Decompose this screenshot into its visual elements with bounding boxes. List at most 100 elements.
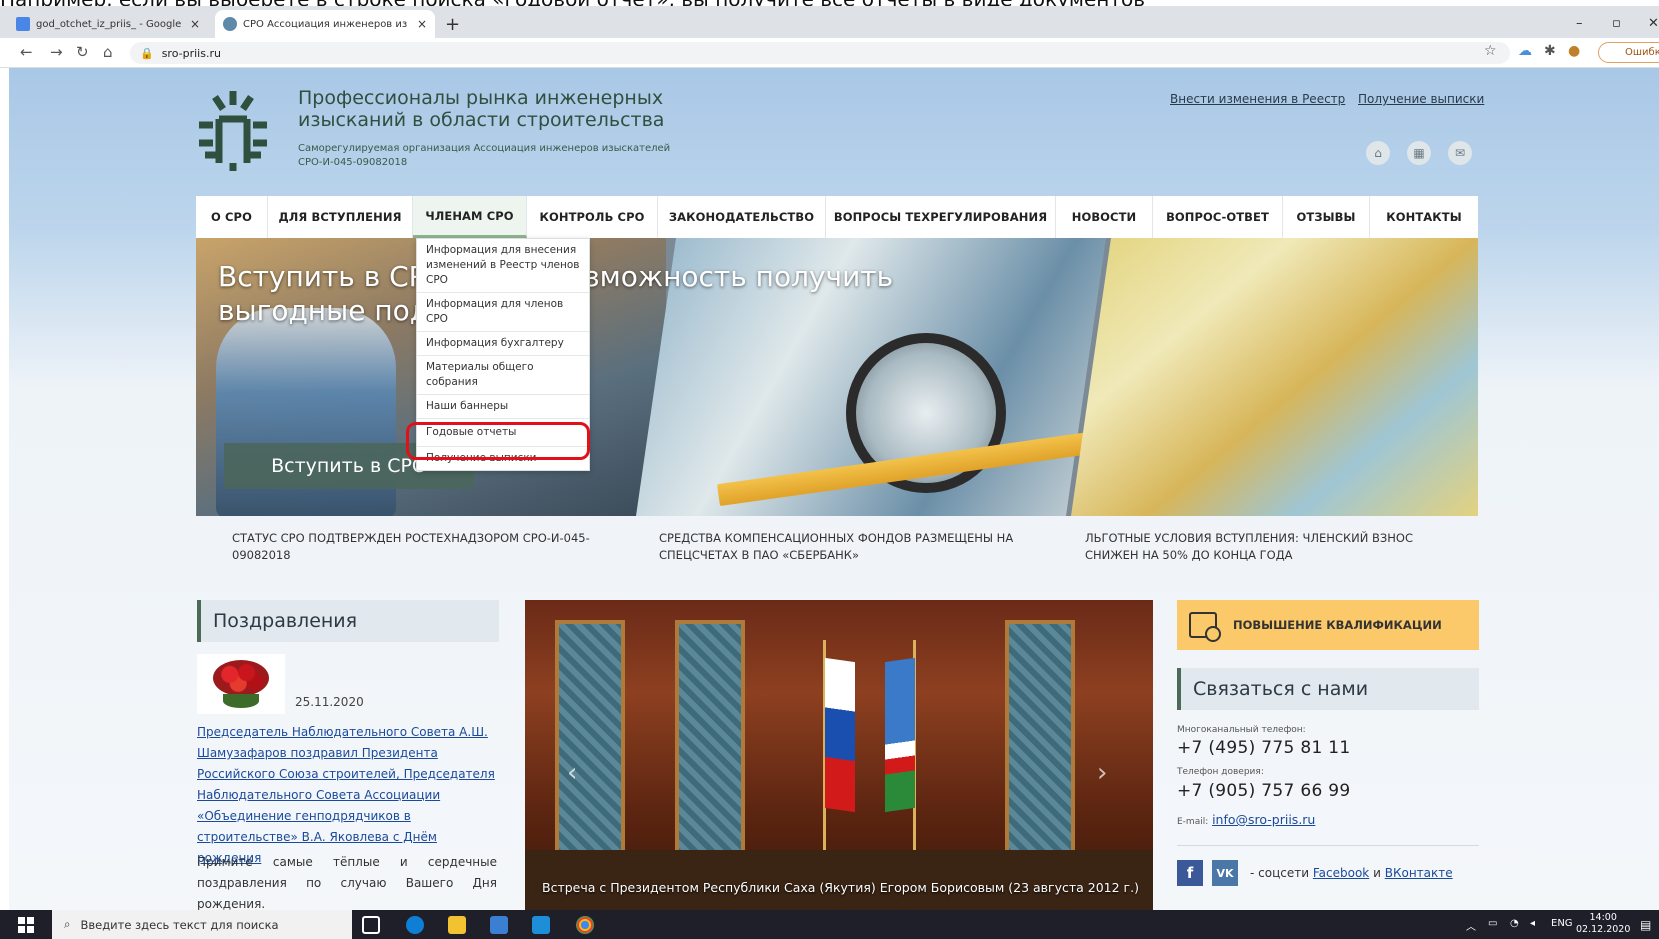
email-row: E-mail: info@sro-priis.ru xyxy=(1177,812,1315,827)
facebook-icon[interactable]: f xyxy=(1177,860,1203,886)
star-icon[interactable]: ☆ xyxy=(1484,43,1497,59)
forward-arrow-icon[interactable]: → xyxy=(50,43,63,61)
dropdown-item-accountant-info[interactable]: Информация бухгалтеру xyxy=(417,332,589,356)
search-icon: ⌕ xyxy=(64,917,71,931)
photo-slider[interactable]: ‹ › Встреча с Президентом Республики Сах… xyxy=(525,600,1153,910)
congrats-heading: Поздравления xyxy=(197,600,499,642)
edge-browser-icon[interactable] xyxy=(406,916,424,934)
home-icon[interactable]: ⌂ xyxy=(103,43,113,61)
language-indicator[interactable]: ENG xyxy=(1551,918,1573,929)
divider xyxy=(1177,845,1479,846)
tab-google-docs[interactable]: god_otchet_iz_priis_ - Google Do × xyxy=(8,10,208,38)
back-arrow-icon[interactable]: ← xyxy=(20,43,33,61)
slider-prev-arrow-icon[interactable]: ‹ xyxy=(567,758,577,788)
dropdown-item-members-info[interactable]: Информация для членов СРО xyxy=(417,293,589,332)
mail-icon[interactable]: ✉ xyxy=(1448,141,1472,165)
dropdown-item-registry-info[interactable]: Информация для внесения изменений в Реес… xyxy=(417,239,589,293)
lock-icon: 🔒 xyxy=(140,46,154,60)
subtitle-text: Саморегулируемая организация Ассоциация … xyxy=(298,143,671,154)
roses-image xyxy=(197,654,285,714)
menu-item-reviews[interactable]: ОТЗЫВЫ xyxy=(1283,196,1370,238)
russian-flag-image xyxy=(825,657,855,813)
close-window-button[interactable]: ✕ xyxy=(1648,16,1659,31)
extract-link[interactable]: Получение выписки xyxy=(1358,92,1484,106)
slider-caption: Встреча с Президентом Республики Саха (Я… xyxy=(542,880,1139,895)
wifi-icon[interactable]: ◔ xyxy=(1510,918,1519,929)
email-link[interactable]: info@sro-priis.ru xyxy=(1212,812,1315,827)
taskbar-search-input[interactable]: ⌕ Введите здесь текст для поиска xyxy=(52,910,352,939)
site-favicon-icon xyxy=(223,17,237,31)
tab-sro-site[interactable]: СРО Ассоциация инженеров из × xyxy=(215,10,435,38)
main-menu: О СРО ДЛЯ ВСТУПЛЕНИЯ ЧЛЕНАМ СРО КОНТРОЛЬ… xyxy=(196,196,1478,238)
congrats-text: Примите самые тёплые и сердечные поздрав… xyxy=(197,855,497,911)
battery-icon[interactable]: ▭ xyxy=(1488,918,1497,929)
multichannel-phone: +7 (495) 775 81 11 xyxy=(1177,738,1351,758)
menu-item-tech-regulation[interactable]: ВОПРОСЫ ТЕХРЕГУЛИРОВАНИЯ xyxy=(826,196,1056,238)
slider-next-arrow-icon[interactable]: › xyxy=(1097,758,1107,788)
puzzle-extension-icon[interactable]: ✱ xyxy=(1544,43,1556,59)
trust-phone: +7 (905) 757 66 99 xyxy=(1177,781,1351,801)
mail-app-icon[interactable] xyxy=(532,916,550,934)
chrome-icon[interactable] xyxy=(576,916,594,934)
volume-icon[interactable]: ◂ xyxy=(1530,918,1535,929)
qualification-banner[interactable]: ПОВЫШЕНИЕ КВАЛИФИКАЦИИ xyxy=(1177,600,1479,650)
tray-chevron-icon[interactable]: ︿ xyxy=(1466,918,1476,933)
menu-item-contacts[interactable]: КОНТАКТЫ xyxy=(1370,196,1478,238)
minimize-button[interactable]: – xyxy=(1576,16,1583,31)
congrats-link[interactable]: Председатель Наблюдательного Совета А.Ш.… xyxy=(197,722,497,869)
registry-changes-link[interactable]: Внести изменения в Реестр xyxy=(1170,92,1345,106)
dropdown-item-meeting-materials[interactable]: Материалы общего собрания xyxy=(417,356,589,395)
tab-title: god_otchet_iz_priis_ - Google Do xyxy=(36,18,184,30)
extension-cloud-icon[interactable]: ☁ xyxy=(1518,43,1532,59)
menu-item-control[interactable]: КОНТРОЛЬ СРО xyxy=(527,196,658,238)
menu-item-about[interactable]: О СРО xyxy=(196,196,268,238)
url-input[interactable]: 🔒 sro-priis.ru xyxy=(130,42,1510,64)
home-icon[interactable]: ⌂ xyxy=(1366,141,1390,165)
social-and: и xyxy=(1373,866,1381,880)
news-item[interactable]: Средства компенсационных фондов размещен… xyxy=(659,530,1039,564)
menu-item-faq[interactable]: ВОПРОС-ОТВЕТ xyxy=(1153,196,1283,238)
menu-item-legislation[interactable]: ЗАКОНОДАТЕЛЬСТВО xyxy=(658,196,826,238)
dropdown-item-banners[interactable]: Наши баннеры xyxy=(417,395,589,419)
url-text: sro-priis.ru xyxy=(161,46,221,60)
sitemap-icon[interactable]: ▦ xyxy=(1407,141,1431,165)
site-subtitle: Саморегулируемая организация Ассоциация … xyxy=(298,142,718,170)
menu-item-members[interactable]: ЧЛЕНАМ СРО xyxy=(413,196,527,238)
menu-item-news[interactable]: НОВОСТИ xyxy=(1056,196,1153,238)
trust-phone-label: Телефон доверия: xyxy=(1177,767,1264,777)
news-item[interactable]: Льготные условия вступления: членский вз… xyxy=(1085,530,1465,564)
windows-taskbar: ⌕ Введите здесь текст для поиска ︿ ▭ ◔ ◂… xyxy=(0,910,1659,939)
facebook-link[interactable]: Facebook xyxy=(1313,866,1369,880)
windows-start-icon[interactable] xyxy=(18,917,34,933)
menu-item-join[interactable]: ДЛЯ ВСТУПЛЕНИЯ xyxy=(268,196,413,238)
news-item[interactable]: Статус СРО подтвержден Ростехнадзором СР… xyxy=(232,530,612,564)
close-icon[interactable]: × xyxy=(190,17,200,31)
vk-link[interactable]: ВКонтакте xyxy=(1385,866,1453,880)
taskbar-clock[interactable]: 14:00 02.12.2020 xyxy=(1576,912,1630,936)
error-button[interactable]: Ошибка xyxy=(1598,42,1659,63)
hero-banner[interactable]: Вступить в СРО — это возможность получит… xyxy=(196,238,1478,516)
maximize-button[interactable]: ▫ xyxy=(1612,16,1621,31)
multichannel-phone-label: Многоканальный телефон: xyxy=(1177,725,1306,735)
banner-headline: Вступить в СРО — это возможность получит… xyxy=(218,260,894,327)
notifications-icon[interactable]: ▤ xyxy=(1640,918,1651,932)
new-tab-button[interactable]: + xyxy=(445,14,460,35)
banner-globe-map-image xyxy=(1071,238,1478,516)
profile-avatar-icon[interactable]: ● xyxy=(1568,43,1580,59)
store-icon[interactable] xyxy=(490,916,508,934)
vk-icon[interactable]: VK xyxy=(1212,860,1238,886)
task-view-icon[interactable] xyxy=(362,916,380,934)
social-links: - соцсети Facebook и ВКонтакте xyxy=(1250,866,1453,880)
close-icon[interactable]: × xyxy=(417,17,427,31)
clock-date: 02.12.2020 xyxy=(1576,924,1631,935)
wall-panel-image xyxy=(1005,620,1075,860)
tab-title: СРО Ассоциация инженеров из xyxy=(243,18,408,30)
taskbar-search-placeholder: Введите здесь текст для поиска xyxy=(80,917,279,932)
file-explorer-icon[interactable] xyxy=(448,916,466,934)
browser-tab-bar: god_otchet_iz_priis_ - Google Do × СРО А… xyxy=(0,6,1659,38)
qualification-label: ПОВЫШЕНИЕ КВАЛИФИКАЦИИ xyxy=(1233,618,1442,632)
registration-number: СРО-И-045-09082018 xyxy=(298,157,408,168)
address-toolbar: ← → ↻ ⌂ 🔒 sro-priis.ru ☆ ☁ ✱ ● Ошибка xyxy=(0,38,1659,68)
reload-icon[interactable]: ↻ xyxy=(76,43,89,61)
docs-icon xyxy=(16,17,30,31)
